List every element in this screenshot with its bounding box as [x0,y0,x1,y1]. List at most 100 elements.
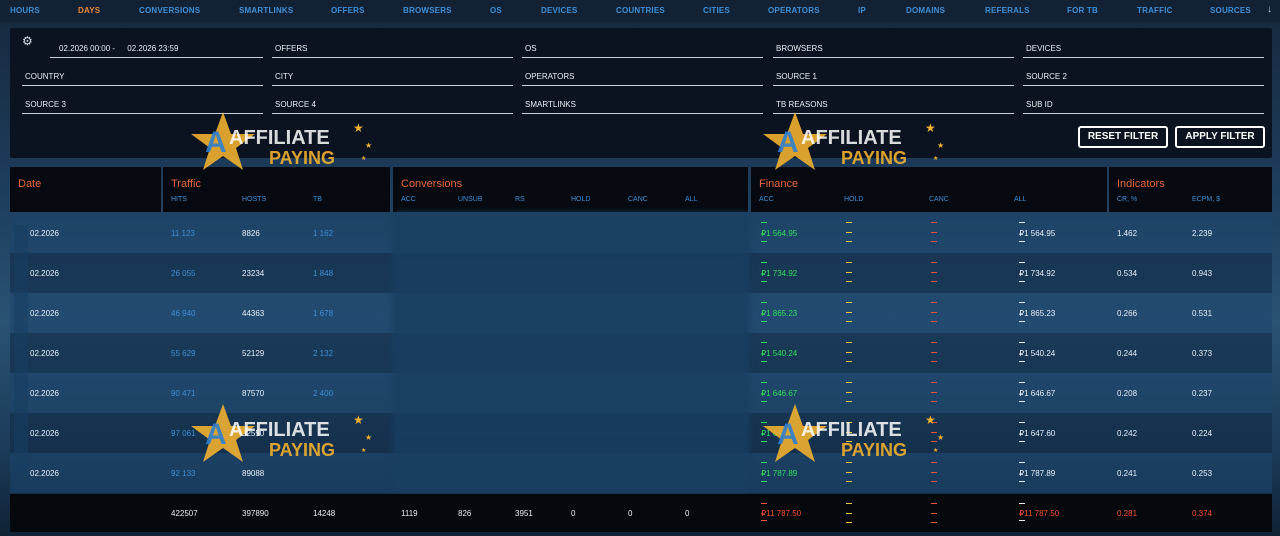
row-tb[interactable]: 1 678 [313,309,333,318]
empty-value-dash [931,441,937,442]
row-hits[interactable]: 55 629 [171,349,195,358]
empty-value-dash [931,272,937,273]
arrow-down-icon[interactable]: ↓ [1267,4,1272,15]
tab-conversions[interactable]: CONVERSIONS [139,6,200,15]
row-hits[interactable]: 26 055 [171,269,195,278]
row-fin-all: ₽1 646.67 [1019,389,1056,398]
operators-filter[interactable]: OPERATORS [522,66,763,86]
col-conv-acc[interactable]: ACC [401,196,416,203]
empty-value-dash [1019,481,1025,482]
date-range-field[interactable]: 02.2026 00:00 - 02.2026 23:59 [50,38,263,58]
row-fin-all: ₽1 734.92 [1019,269,1056,278]
empty-value-dash [846,342,852,343]
tab-referals[interactable]: REFERALS [985,6,1030,15]
tab-smartlinks[interactable]: SMARTLINKS [239,6,293,15]
empty-value-dash [846,382,852,383]
header-conversions-title: Conversions [401,178,463,190]
tab-days[interactable]: DAYS [78,6,100,15]
tab-offers[interactable]: OFFERS [331,6,365,15]
tab-browsers[interactable]: BROWSERS [403,6,452,15]
country-filter[interactable]: COUNTRY [22,66,263,86]
browsers-filter[interactable]: BROWSERS [773,38,1014,58]
col-fin-all[interactable]: ALL [1014,196,1026,203]
source-3-filter[interactable]: SOURCE 3 [22,94,263,114]
empty-value-dash [1019,342,1025,343]
tab-devices[interactable]: DEVICES [541,6,578,15]
row-ecpm: 0.224 [1192,429,1213,438]
row-fin-all: ₽1 564.95 [1019,229,1056,238]
col-ecpm[interactable]: ECPM, $ [1192,196,1220,203]
empty-value-dash [1019,241,1025,242]
row-hits[interactable]: 97 061 [171,429,195,438]
tb-reasons-filter[interactable]: TB REASONS [773,94,1014,114]
col-conv-hold[interactable]: HOLD [571,196,590,203]
empty-value-dash [846,352,852,353]
tab-os[interactable]: OS [490,6,502,15]
reset-filter-button[interactable]: RESET FILTER [1078,126,1168,148]
row-fin-acc: ₽1 647.60 [761,429,798,438]
col-conv-unsub[interactable]: UNSUB [458,196,483,203]
offers-filter[interactable]: OFFERS [272,38,513,58]
row-hits[interactable]: 90 471 [171,389,195,398]
tab-hours[interactable]: HOURS [10,6,40,15]
row-date: 02.2026 [30,229,59,238]
col-hosts[interactable]: HOSTS [242,196,266,203]
os-filter[interactable]: OS [522,38,763,58]
row-hits[interactable]: 46 940 [171,309,195,318]
source-2-filter[interactable]: SOURCE 2 [1023,66,1264,86]
apply-filter-button[interactable]: APPLY FILTER [1175,126,1265,148]
col-conv-rs[interactable]: RS [515,196,525,203]
sub-id-filter[interactable]: SUB ID [1023,94,1264,114]
smartlinks-filter[interactable]: SMARTLINKS [522,94,763,114]
empty-value-dash [761,462,767,463]
row-tb[interactable]: 2 400 [313,389,333,398]
gear-icon[interactable]: ⚙ [22,34,33,48]
empty-value-dash [761,481,767,482]
header-date: Date [10,167,161,212]
total-fin-all: ₽11 787.50 [1019,509,1060,518]
row-hits[interactable]: 92 133 [171,469,195,478]
source-4-filter[interactable]: SOURCE 4 [272,94,513,114]
tab-ip[interactable]: IP [858,6,866,15]
devices-filter[interactable]: DEVICES [1023,38,1264,58]
total-conv-all: 0 [685,509,690,518]
empty-value-dash [846,222,852,223]
tab-for-tb[interactable]: FOR TB [1067,6,1098,15]
col-conv-canc[interactable]: CANC [628,196,648,203]
row-fin-all: ₽1 540.24 [1019,349,1056,358]
tab-operators[interactable]: OPERATORS [768,6,820,15]
empty-value-dash [1019,302,1025,303]
row-date: 02.2026 [30,469,59,478]
empty-value-dash [846,241,852,242]
total-hits: 422507 [171,509,198,518]
col-tb[interactable]: TB [313,196,322,203]
total-conv-canc: 0 [628,509,633,518]
row-tb[interactable]: 2 132 [313,349,333,358]
col-fin-hold[interactable]: HOLD [844,196,863,203]
row-hosts: 23234 [242,269,265,278]
tab-cities[interactable]: CITIES [703,6,730,15]
col-cr[interactable]: CR, % [1117,196,1137,203]
empty-value-dash [931,302,937,303]
empty-value-dash [761,422,767,423]
row-tb[interactable]: 1 162 [313,229,333,238]
empty-value-dash [931,352,937,353]
source-1-filter[interactable]: SOURCE 1 [773,66,1014,86]
empty-value-dash [931,232,937,233]
row-fin-acc: ₽1 865.23 [761,309,798,318]
empty-value-dash [846,281,852,282]
col-conv-all[interactable]: ALL [685,196,697,203]
row-tb[interactable]: 1 848 [313,269,333,278]
tab-countries[interactable]: COUNTRIES [616,6,665,15]
city-filter[interactable]: CITY [272,66,513,86]
empty-value-dash [931,422,937,423]
row-hits[interactable]: 11 123 [171,229,195,238]
tab-sources[interactable]: SOURCES [1210,6,1251,15]
row-date: 02.2026 [30,429,59,438]
tab-traffic[interactable]: TRAFFIC [1137,6,1173,15]
col-fin-canc[interactable]: CANC [929,196,949,203]
row-fin-acc: ₽1 787.89 [761,469,798,478]
col-hits[interactable]: HITS [171,196,187,203]
tab-domains[interactable]: DOMAINS [906,6,945,15]
col-fin-acc[interactable]: ACC [759,196,774,203]
